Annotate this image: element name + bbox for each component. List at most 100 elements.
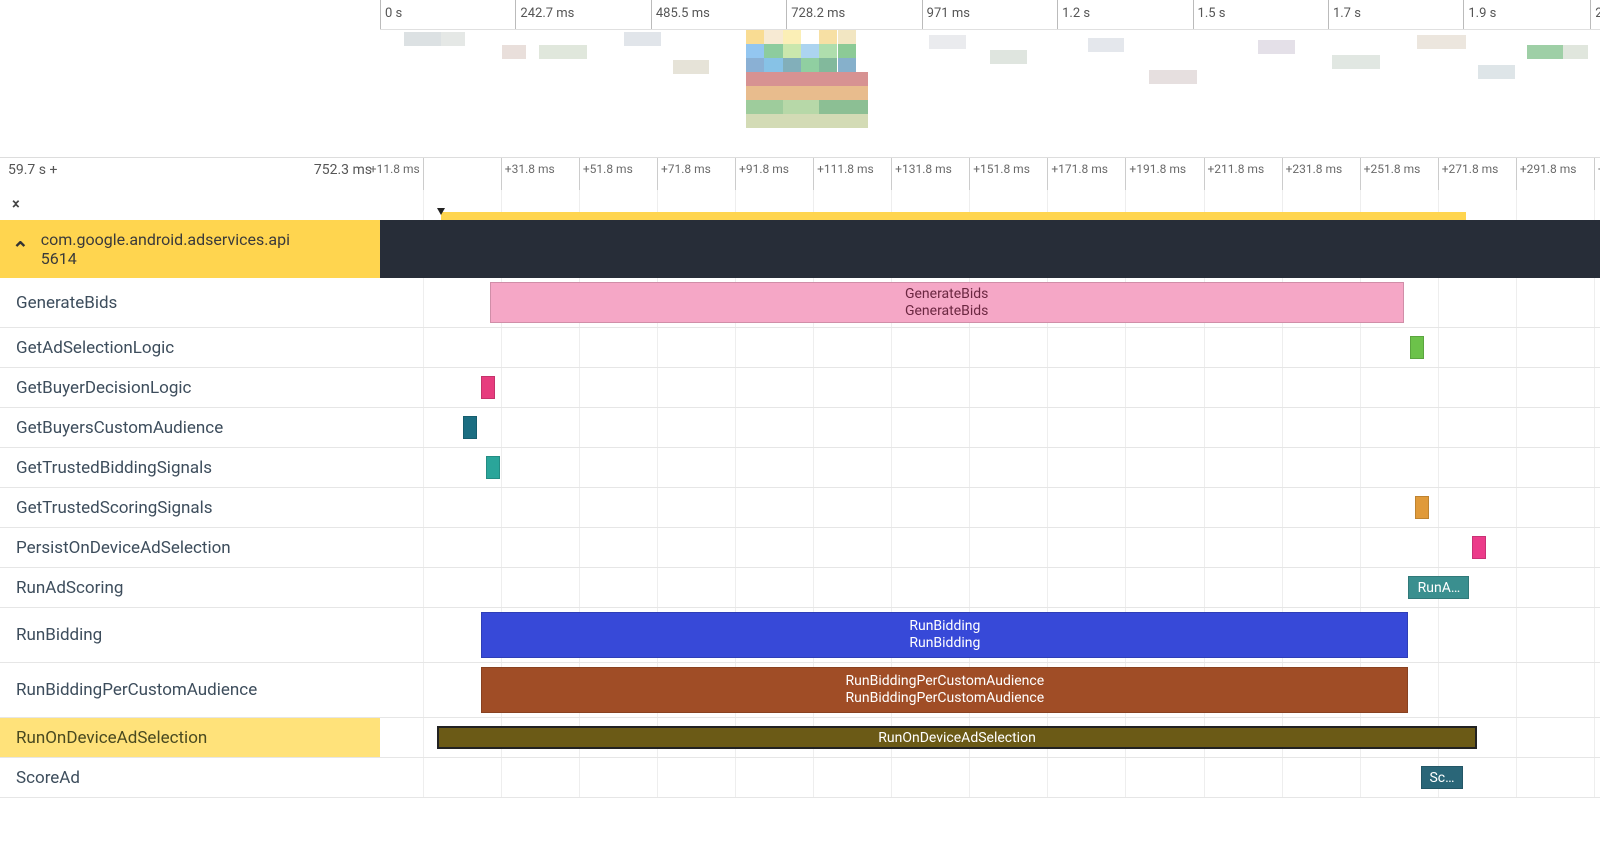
grid-line — [813, 568, 814, 607]
track-label[interactable]: GetAdSelectionLogic — [0, 328, 380, 367]
grid-line — [501, 528, 502, 567]
grid-line — [735, 758, 736, 797]
track-label[interactable]: GetBuyerDecisionLogic — [0, 368, 380, 407]
grid-line — [501, 758, 502, 797]
slice-label: RunBiddingPerCustomAudience — [488, 673, 1401, 690]
track-lane[interactable]: RunOnDeviceAdSelection — [380, 718, 1600, 757]
trace-slice[interactable] — [481, 376, 495, 399]
range-start: 59.7 s + — [8, 162, 57, 178]
track-lane[interactable] — [380, 408, 1600, 447]
prebar-track[interactable] — [380, 190, 1600, 220]
trace-slice[interactable]: RunBiddingPerCustomAudienceRunBiddingPer… — [481, 667, 1408, 713]
grid-line — [735, 528, 736, 567]
overview-tick: 971 ms — [922, 0, 923, 29]
overview-minimap[interactable] — [380, 30, 1600, 157]
trace-slice[interactable]: RunBiddingRunBidding — [481, 612, 1408, 658]
grid-line — [891, 488, 892, 527]
grid-line — [1360, 368, 1361, 407]
grid-line — [423, 718, 424, 757]
grid-line — [1360, 758, 1361, 797]
grid-line — [657, 368, 658, 407]
grid-line — [1594, 663, 1595, 717]
track-lane[interactable] — [380, 328, 1600, 367]
trace-slice[interactable]: RunOnDeviceAdSelection — [437, 726, 1476, 749]
track-lane[interactable]: GenerateBidsGenerateBids — [380, 278, 1600, 327]
grid-line — [1125, 368, 1126, 407]
grid-line — [423, 328, 424, 367]
track-lane[interactable]: RunBiddingPerCustomAudienceRunBiddingPer… — [380, 663, 1600, 717]
trace-slice[interactable] — [1410, 336, 1424, 359]
grid-line — [1516, 758, 1517, 797]
process-header[interactable]: ⌃ com.google.android.adservices.api 5614 — [0, 220, 380, 278]
detail-tick-label: +31.8 ms — [505, 162, 555, 176]
overview-tick-label: 1.2 s — [1062, 6, 1090, 21]
minimap-block — [819, 44, 837, 58]
minimap-block — [673, 60, 710, 74]
minimap-block — [746, 30, 764, 44]
detail-tick-label: +11.8 ms — [368, 162, 420, 176]
grid-line — [1594, 608, 1595, 662]
grid-line — [423, 663, 424, 717]
track-label[interactable]: RunBidding — [0, 608, 380, 662]
track-lane[interactable]: Sc… — [380, 758, 1600, 797]
track-lane[interactable] — [380, 488, 1600, 527]
minimap-block — [990, 50, 1027, 64]
grid-line — [423, 758, 424, 797]
detail-time-ruler[interactable]: +11.8 ms+31.8 ms+51.8 ms+71.8 ms+91.8 ms… — [380, 158, 1600, 190]
grid-line — [1360, 568, 1361, 607]
track-label[interactable]: RunAdScoring — [0, 568, 380, 607]
playhead-marker[interactable] — [437, 208, 445, 215]
overview-time-ruler[interactable]: 0 s242.7 ms485.5 ms728.2 ms971 ms1.2 s1.… — [380, 0, 1600, 30]
grid-line — [1594, 488, 1595, 527]
track-lane[interactable]: RunA… — [380, 568, 1600, 607]
track-lane[interactable] — [380, 448, 1600, 487]
trace-slice[interactable] — [1472, 536, 1486, 559]
grid-line — [501, 448, 502, 487]
collapse-all-toggle[interactable]: ⌄ ⌃ — [0, 195, 380, 215]
trace-slice[interactable] — [1415, 496, 1429, 519]
track-label[interactable]: PersistOnDeviceAdSelection — [0, 528, 380, 567]
track-label[interactable]: GetTrustedBiddingSignals — [0, 448, 380, 487]
overview-tick-label: 1.7 s — [1333, 6, 1361, 21]
track-lane[interactable]: RunBiddingRunBidding — [380, 608, 1600, 662]
visible-window-indicator[interactable] — [441, 212, 1466, 220]
overview-tick: 1.2 s — [1057, 0, 1058, 29]
grid-line — [1047, 488, 1048, 527]
track-row: ScoreAd Sc… — [0, 758, 1600, 798]
trace-slice[interactable]: Sc… — [1421, 766, 1464, 789]
grid-line — [969, 408, 970, 447]
trace-slice[interactable] — [463, 416, 477, 439]
track-row: PersistOnDeviceAdSelection — [0, 528, 1600, 568]
chevron-up-icon[interactable]: ⌃ — [12, 237, 29, 261]
trace-slice[interactable]: RunA… — [1408, 576, 1469, 599]
grid-line — [1516, 368, 1517, 407]
track-lane[interactable] — [380, 528, 1600, 567]
track-label[interactable]: RunBiddingPerCustomAudience — [0, 663, 380, 717]
grid-line — [1438, 408, 1439, 447]
grid-line — [969, 368, 970, 407]
track-row: RunBiddingPerCustomAudienceRunBiddingPer… — [0, 663, 1600, 718]
grid-line — [501, 568, 502, 607]
detail-tick-label: +151.8 ms — [973, 162, 1030, 176]
track-label[interactable]: GetTrustedScoringSignals — [0, 488, 380, 527]
track-label[interactable]: GetBuyersCustomAudience — [0, 408, 380, 447]
track-label[interactable]: GenerateBids — [0, 278, 380, 327]
track-label[interactable]: ScoreAd — [0, 758, 380, 797]
grid-line — [1594, 190, 1595, 220]
track-label[interactable]: RunOnDeviceAdSelection — [0, 718, 380, 757]
overview-panel[interactable]: 0 s242.7 ms485.5 ms728.2 ms971 ms1.2 s1.… — [0, 0, 1600, 158]
minimap-block — [838, 30, 856, 44]
grid-line — [813, 368, 814, 407]
track-row: RunBiddingRunBiddingRunBidding — [0, 608, 1600, 663]
minimap-block — [783, 100, 820, 114]
process-header-track[interactable] — [380, 220, 1600, 278]
trace-slice[interactable]: GenerateBidsGenerateBids — [490, 282, 1404, 323]
grid-line — [1125, 568, 1126, 607]
track-lane[interactable] — [380, 368, 1600, 407]
slice-label: RunBiddingPerCustomAudience — [488, 690, 1401, 707]
grid-line — [657, 408, 658, 447]
grid-line — [969, 488, 970, 527]
grid-line — [1438, 608, 1439, 662]
trace-slice[interactable] — [486, 456, 500, 479]
grid-line — [813, 328, 814, 367]
